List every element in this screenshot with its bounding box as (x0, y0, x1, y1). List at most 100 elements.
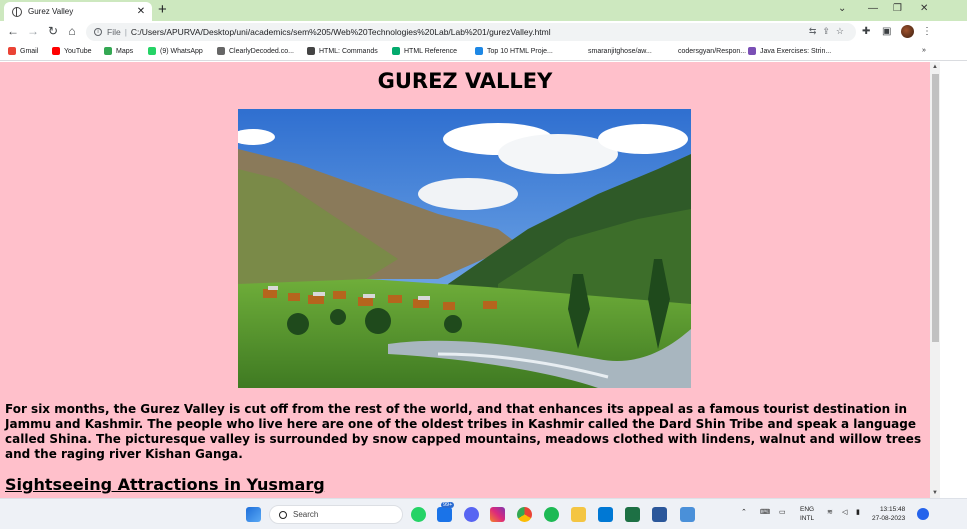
web-page: GUREZ VALLEY For six months, the Gurez V… (0, 62, 930, 498)
system-clock[interactable]: 13:15:48 27-08-2023 (872, 505, 905, 523)
close-window-icon[interactable]: ✕ (920, 3, 928, 14)
url-text[interactable]: C:/Users/APURVA/Desktop/uni/academics/se… (131, 27, 551, 37)
bookmark-label: codersgyan/Respon... (678, 47, 747, 55)
word-app-icon[interactable] (652, 507, 667, 522)
url-scheme-label: File (107, 27, 121, 37)
globe-icon (12, 6, 22, 17)
menu-icon[interactable]: ⋮ (922, 26, 932, 37)
side-panel-icon[interactable]: ▣ (882, 26, 891, 37)
vscode-app-icon[interactable] (598, 507, 613, 522)
taskbar-search[interactable]: Search (269, 505, 403, 524)
bookmark-star-icon[interactable]: ☆ (836, 26, 850, 36)
omnibox-actions: ⇆⇪☆ (809, 26, 850, 37)
restore-icon[interactable]: ❐ (893, 3, 902, 14)
address-bar[interactable]: i File | C:/Users/APURVA/Desktop/uni/aca… (86, 23, 856, 41)
bookmark-label: YouTube (64, 47, 92, 55)
whatsapp-icon (148, 47, 156, 55)
instagram-app-icon[interactable] (490, 507, 505, 522)
profile-avatar[interactable] (901, 25, 914, 38)
clearlydecoded-icon (217, 47, 225, 55)
bookmark-label: HTML Reference (404, 47, 458, 55)
forward-icon[interactable]: → (26, 24, 40, 38)
file-explorer-icon[interactable] (571, 507, 586, 522)
maps-icon (104, 47, 112, 55)
windows-taskbar: Search 99+ ⌃ ⌨ ▭ ENG INTL ≋ ◁ ▮ 13:15:48… (0, 498, 967, 529)
scroll-up-icon[interactable]: ▲ (930, 64, 940, 70)
youtube-icon (52, 47, 60, 55)
bookmark-label: (9) WhatsApp (160, 47, 203, 55)
tab-search-icon[interactable]: ⌄ (838, 3, 846, 14)
bookmark-item[interactable]: HTML Reference (392, 47, 457, 55)
wifi-icon[interactable]: ≋ (827, 508, 833, 516)
bookmark-label: ClearlyDecoded.co... (229, 47, 294, 55)
new-tab-button[interactable]: + (158, 1, 167, 18)
spotify-app-icon[interactable] (544, 507, 559, 522)
valley-photo (238, 109, 691, 388)
windows-start-icon[interactable] (246, 507, 261, 522)
bookmark-item[interactable]: smaranjitghose/aw... (576, 47, 652, 55)
whatsapp-app-icon[interactable] (411, 507, 426, 522)
language-indicator[interactable]: ENG INTL (800, 505, 814, 523)
bookmarks-bar: Gmail YouTube Maps (9) WhatsApp ClearlyDecod… (0, 43, 967, 61)
chrome-app-icon[interactable] (517, 507, 532, 522)
info-icon[interactable]: i (94, 28, 102, 36)
bookmarks-overflow-button[interactable]: » (922, 47, 926, 54)
language-code: ENG (800, 506, 815, 513)
bookmark-item[interactable]: (9) WhatsApp (148, 47, 203, 55)
search-icon (279, 510, 287, 519)
extensions-icon[interactable]: ✚ (862, 26, 870, 37)
bookmark-label: Top 10 HTML Proje... (487, 47, 553, 55)
scrollbar-thumb[interactable] (932, 74, 939, 342)
project-icon (475, 47, 483, 55)
globe-icon (307, 47, 315, 55)
bookmark-label: smaranjitghose/aw... (588, 47, 652, 55)
share-icon[interactable]: ⇪ (822, 26, 836, 36)
bookmark-item[interactable]: Java Exercises: Strin... (748, 47, 831, 55)
page-heading: GUREZ VALLEY (377, 69, 553, 93)
volume-icon[interactable]: ◁ (842, 508, 847, 516)
github-icon (666, 47, 674, 55)
keyboard-layout: INTL (800, 515, 815, 522)
w3schools-icon (392, 47, 400, 55)
minimize-icon[interactable]: — (868, 3, 878, 14)
home-icon[interactable]: ⌂ (65, 24, 79, 38)
bookmark-label: HTML: Commands (319, 47, 378, 55)
mail-app-icon[interactable] (437, 507, 452, 522)
close-tab-icon[interactable]: ✕ (134, 6, 148, 17)
bookmark-item[interactable]: Top 10 HTML Proje... (475, 47, 553, 55)
attractions-subheading: Sightseeing Attractions in Yusmarg (5, 475, 325, 494)
notepad-app-icon[interactable] (680, 507, 695, 522)
battery-icon[interactable]: ▮ (856, 508, 860, 516)
browser-tab[interactable]: Gurez Valley ✕ (4, 2, 152, 21)
page-scrollbar[interactable]: ▲ ▼ (930, 62, 940, 498)
bookmark-item[interactable]: ClearlyDecoded.co... (217, 47, 294, 55)
reload-icon[interactable]: ↻ (46, 24, 60, 38)
bookmark-item[interactable]: YouTube (52, 47, 92, 55)
clock-date: 27-08-2023 (872, 515, 906, 522)
navigation-bar: ← → ↻ ⌂ i File | C:/Users/APURVA/Desktop… (0, 21, 967, 43)
excel-app-icon[interactable] (625, 507, 640, 522)
bookmark-item[interactable]: Gmail (8, 47, 38, 55)
search-placeholder: Search (293, 510, 319, 519)
back-icon[interactable]: ← (6, 24, 20, 38)
github-icon (576, 47, 584, 55)
translate-icon[interactable]: ⇆ (809, 26, 823, 36)
display-icon[interactable]: ▭ (779, 508, 786, 516)
tab-title: Gurez Valley (28, 7, 74, 16)
bookmark-item[interactable]: codersgyan/Respon... (666, 47, 746, 55)
bookmark-label: Maps (116, 47, 134, 55)
bookmark-label: Gmail (20, 47, 39, 55)
discord-app-icon[interactable] (464, 507, 479, 522)
tray-chevron-icon[interactable]: ⌃ (741, 508, 747, 516)
bookmark-label: Java Exercises: Strin... (760, 47, 832, 55)
bookmark-item[interactable]: HTML: Commands (307, 47, 378, 55)
description-paragraph: For six months, the Gurez Valley is cut … (5, 402, 922, 461)
mail-unread-badge: 99+ (441, 502, 455, 508)
clock-time: 13:15:48 (879, 506, 906, 513)
scroll-down-icon[interactable]: ▼ (930, 490, 940, 496)
url-separator: | (124, 27, 127, 37)
gmail-icon (8, 47, 16, 55)
bookmark-item[interactable]: Maps (104, 47, 133, 55)
notification-icon[interactable] (917, 508, 929, 520)
keyboard-icon[interactable]: ⌨ (760, 508, 770, 516)
